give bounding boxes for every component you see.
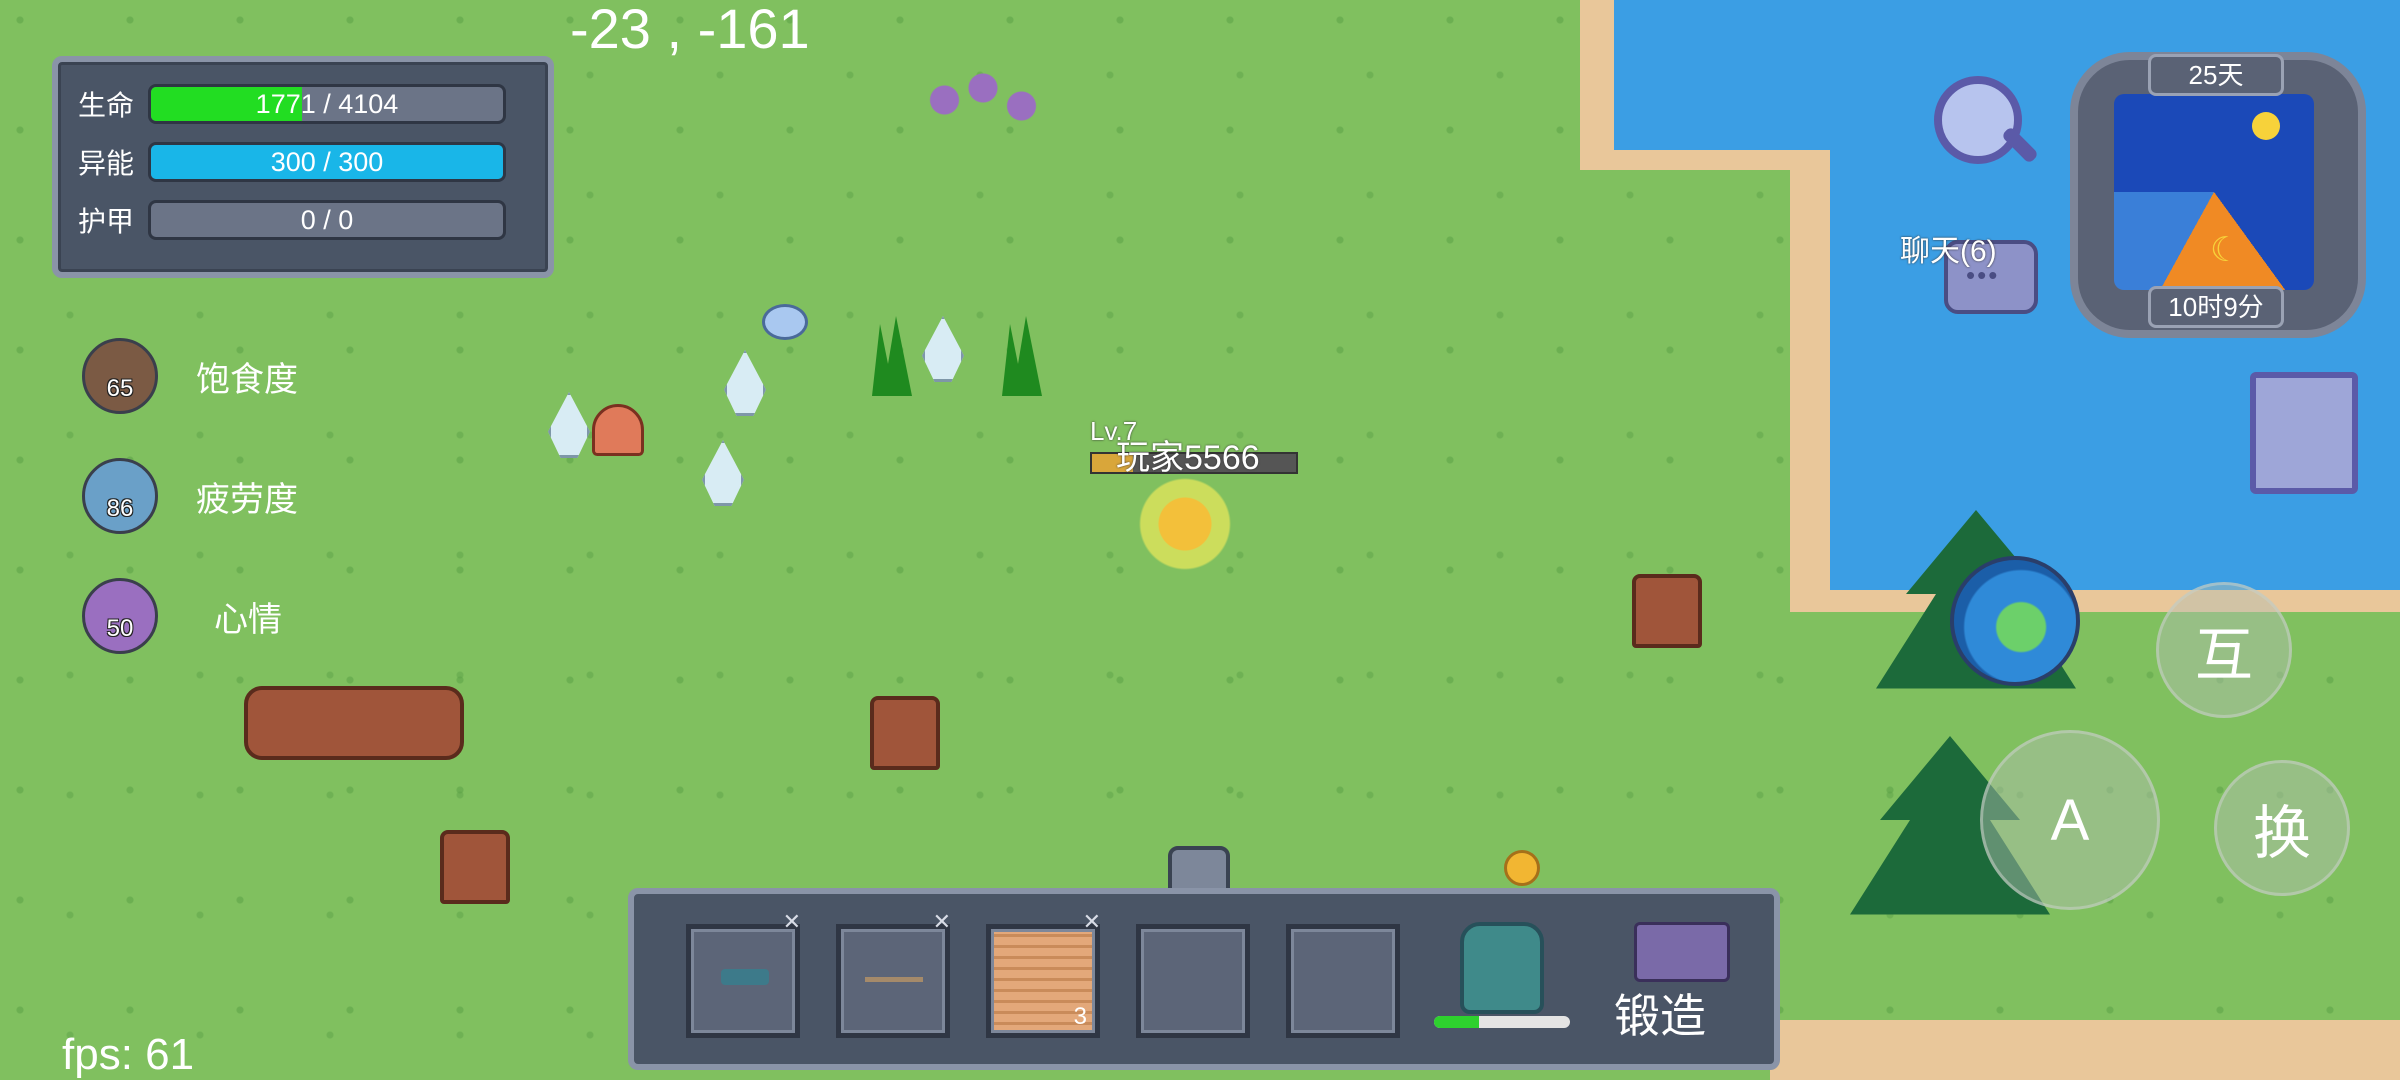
fatigue-icon: 86 <box>82 458 158 534</box>
hunger-label: 饱食度 <box>196 360 298 399</box>
energy-value: 300 / 300 <box>270 147 384 177</box>
forge-button[interactable]: 锻造 <box>1614 980 1706 1046</box>
armor-label: 护甲 <box>78 206 135 237</box>
health-value: 1771 / 4104 <box>255 89 399 119</box>
grass-bush[interactable] <box>872 316 912 396</box>
mood-value: 50 <box>106 615 134 642</box>
blue-flower[interactable] <box>762 304 808 340</box>
remove-slot-icon[interactable]: ✕ <box>1083 909 1101 935</box>
hotbar: ✕ ✕ 3 ✕ 锻造 <box>628 888 1780 1070</box>
backpack-icon[interactable] <box>1460 922 1544 1014</box>
energy-row: 异能 300 / 300 <box>78 142 506 182</box>
spear-icon <box>865 977 923 982</box>
hunger-value: 65 <box>106 375 134 402</box>
player-character[interactable] <box>1130 476 1240 572</box>
interact-button[interactable]: 互 <box>2156 582 2292 718</box>
crystal[interactable] <box>922 316 964 382</box>
energy-label: 异能 <box>78 148 135 179</box>
backpack-capacity-bar <box>1434 1016 1570 1028</box>
mood-label: 心情 <box>214 600 282 639</box>
log[interactable] <box>244 686 464 760</box>
stats-panel: 生命 1771 / 4104 异能 300 / 300 护甲 0 / 0 <box>52 56 554 278</box>
day-night-clock[interactable]: ☾ 25天 10时9分 <box>2070 52 2366 338</box>
quest-scroll-icon[interactable] <box>2250 372 2358 494</box>
grass-bush[interactable] <box>1002 316 1042 396</box>
hotbar-slot-4[interactable] <box>1136 924 1250 1038</box>
backpack-capacity-fill <box>1434 1016 1479 1028</box>
mood-indicator[interactable]: 50 心情 <box>82 578 282 654</box>
search-icon[interactable] <box>1934 76 2022 164</box>
crystal[interactable] <box>702 440 744 506</box>
forge-icon <box>1634 922 1730 982</box>
time-of-day: 10时9分 <box>2148 286 2284 328</box>
tree-stump[interactable] <box>440 830 510 904</box>
crystal[interactable] <box>548 392 590 458</box>
fatigue-label: 疲劳度 <box>196 480 298 519</box>
fatigue-indicator[interactable]: 86 疲劳度 <box>82 458 298 534</box>
hunger-icon: 65 <box>82 338 158 414</box>
remove-slot-icon[interactable]: ✕ <box>933 909 951 935</box>
yellow-flower[interactable] <box>1504 850 1540 886</box>
attack-button[interactable]: A <box>1980 730 2160 910</box>
hotbar-slot-2[interactable]: ✕ <box>836 909 951 1038</box>
day-counter: 25天 <box>2148 54 2284 96</box>
fatigue-value: 86 <box>106 495 134 522</box>
crystal[interactable] <box>724 350 766 416</box>
hotbar-slot-3[interactable]: 3 ✕ <box>986 909 1101 1038</box>
health-label: 生命 <box>78 90 135 121</box>
shoreline <box>1770 1020 2400 1080</box>
mood-icon: 50 <box>82 578 158 654</box>
armor-value: 0 / 0 <box>300 205 354 235</box>
hunger-indicator[interactable]: 65 饱食度 <box>82 338 298 414</box>
crossbow-icon <box>721 969 769 985</box>
tree-stump[interactable] <box>870 696 940 770</box>
player-name: 玩家5566 <box>1116 439 1260 477</box>
sun-icon <box>2252 112 2280 140</box>
purple-flower[interactable] <box>928 70 1038 130</box>
mushroom[interactable] <box>592 404 644 456</box>
fps-counter: fps: 61 <box>62 1030 195 1079</box>
hotbar-slot-1[interactable]: ✕ <box>686 909 801 1038</box>
hotbar-slot-5[interactable] <box>1286 924 1400 1038</box>
switch-button[interactable]: 换 <box>2214 760 2350 896</box>
energy-bar: 300 / 300 <box>148 142 506 182</box>
health-row: 生命 1771 / 4104 <box>78 84 506 124</box>
armor-bar: 0 / 0 <box>148 200 506 240</box>
slot-count: 3 <box>1073 1003 1087 1030</box>
health-bar: 1771 / 4104 <box>148 84 506 124</box>
coordinates-readout: -23 , -161 <box>570 0 810 60</box>
remove-slot-icon[interactable]: ✕ <box>783 909 801 935</box>
tree-stump[interactable] <box>1632 574 1702 648</box>
clock-face: ☾ <box>2114 94 2314 290</box>
moon-icon: ☾ <box>2210 231 2241 269</box>
armor-row: 护甲 0 / 0 <box>78 200 506 240</box>
world-map-icon[interactable] <box>1950 556 2080 686</box>
chat-label[interactable]: 聊天(6) <box>1900 226 1997 270</box>
